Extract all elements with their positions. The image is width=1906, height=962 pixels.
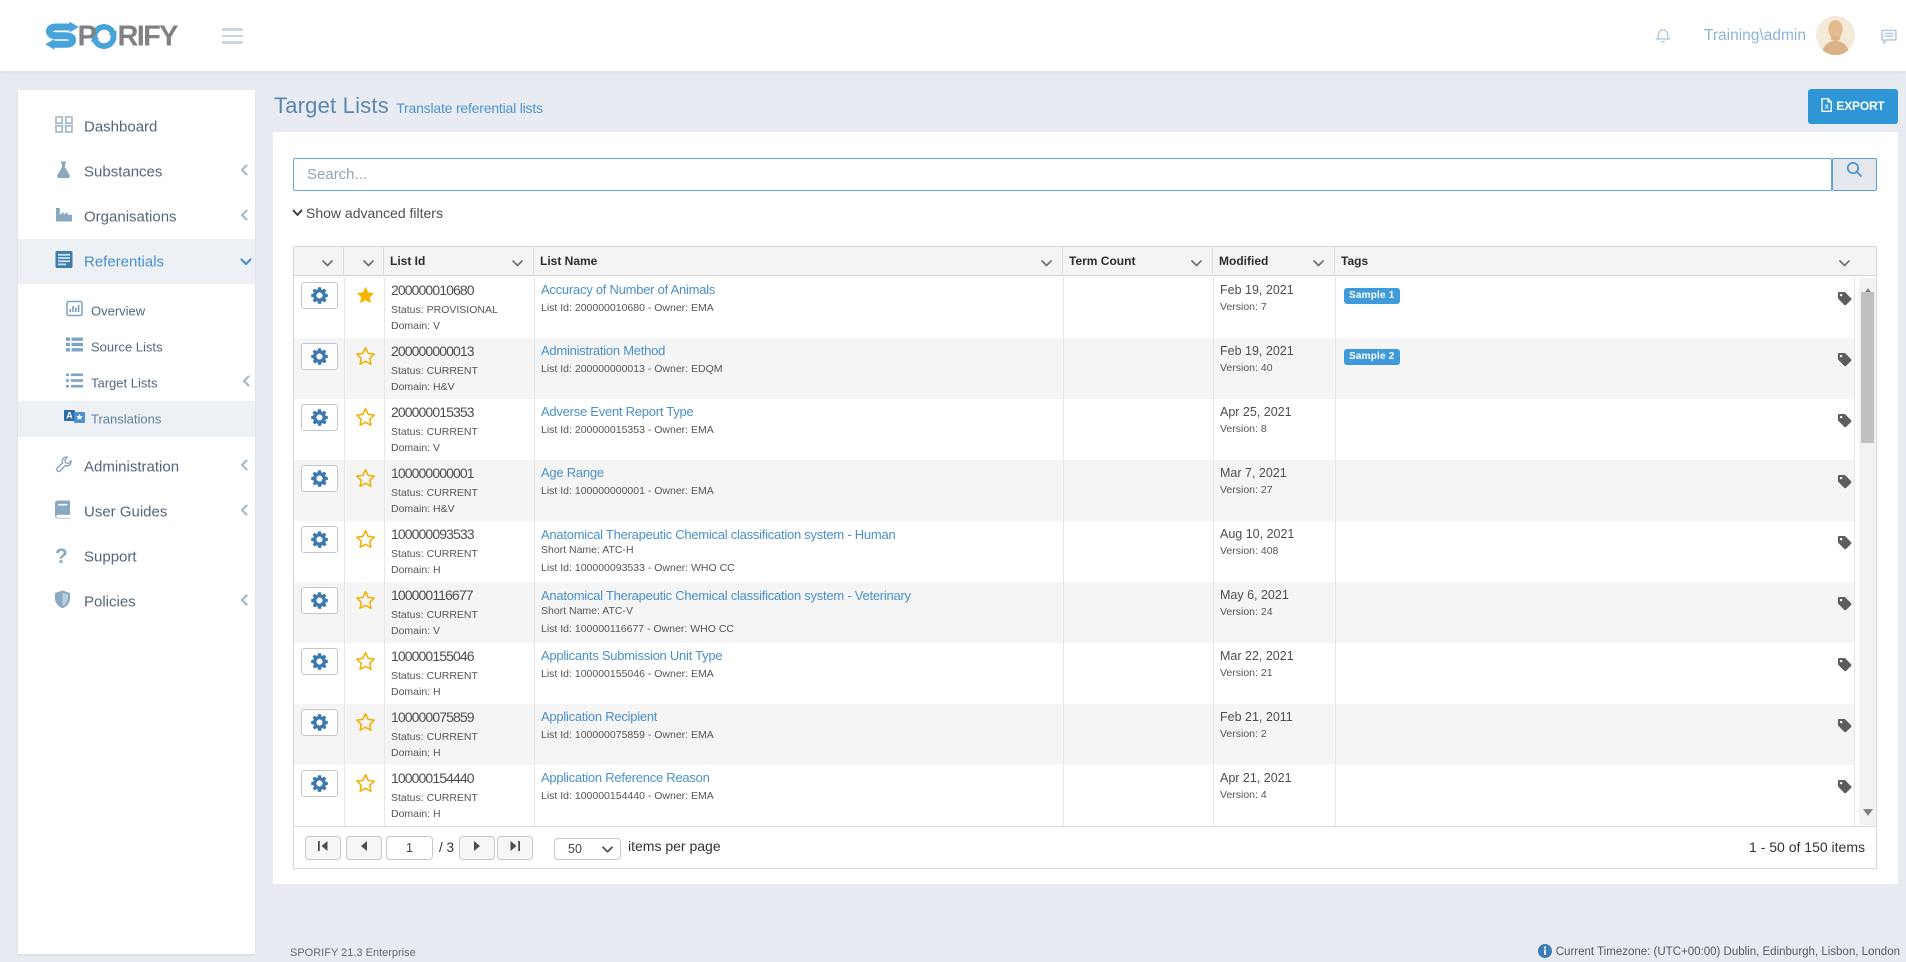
- svg-text:P: P: [78, 21, 97, 53]
- svg-text:RIFY: RIFY: [118, 21, 179, 53]
- svg-text:x: x: [1825, 104, 1829, 111]
- svg-text:A: A: [66, 411, 73, 421]
